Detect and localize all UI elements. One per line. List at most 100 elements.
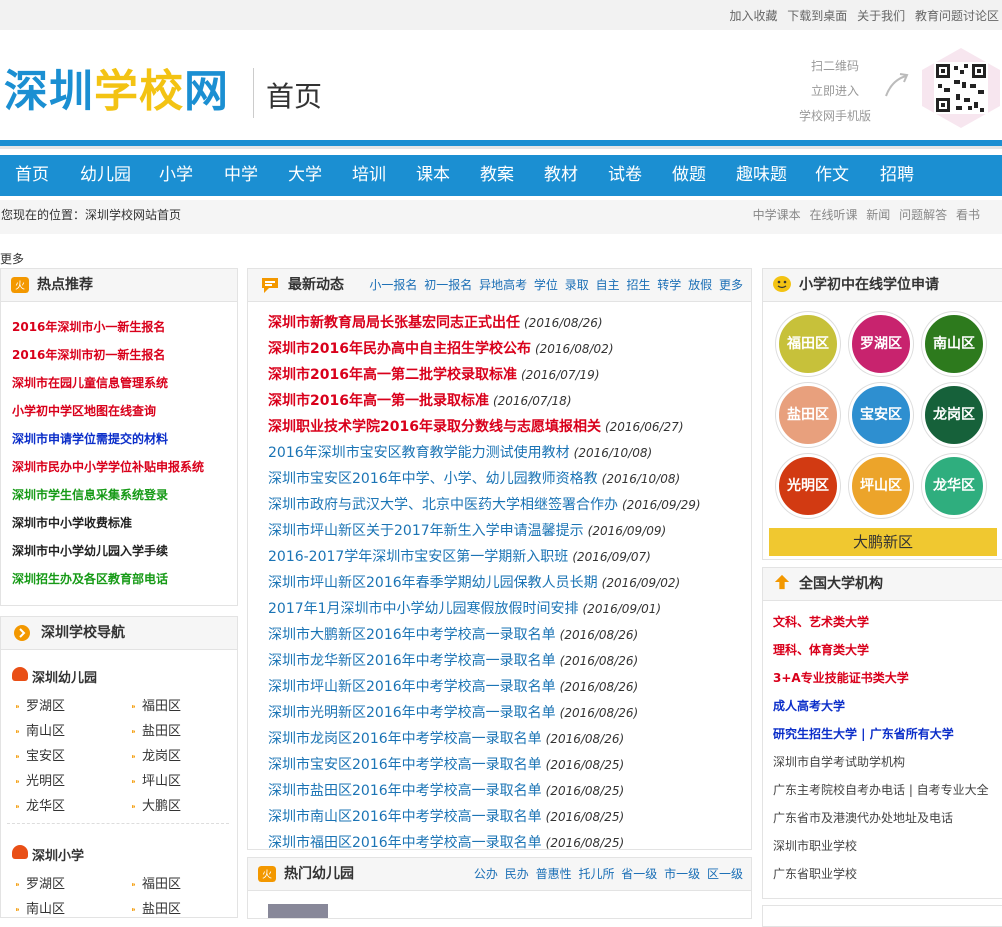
download-desktop-link[interactable]: 下载到桌面: [787, 9, 847, 23]
uni-item[interactable]: 广东主考院校自考办电话 | 自考专业大全: [773, 776, 989, 804]
news-item[interactable]: 深圳市盐田区2016年中考学校高一录取名单 (2016/08/25): [268, 777, 701, 803]
kg-link[interactable]: 省一级: [621, 867, 657, 881]
news-item-title[interactable]: 深圳市宝安区2016年中学、小学、幼儿园教师资格教: [268, 471, 598, 487]
news-link[interactable]: 放假: [688, 278, 712, 292]
district-button[interactable]: 南山区: [922, 312, 986, 376]
news-item-title[interactable]: 深圳市新教育局局长张基宏同志正式出任: [268, 315, 520, 331]
news-item-title[interactable]: 深圳市坪山新区2016年春季学期幼儿园保教人员长期: [268, 575, 598, 591]
news-item[interactable]: 深圳市宝安区2016年中学、小学、幼儿园教师资格教 (2016/10/08): [268, 465, 701, 491]
nav-university[interactable]: 大学: [288, 155, 322, 196]
news-item-title[interactable]: 深圳市大鹏新区2016年中考学校高一录取名单: [268, 627, 556, 643]
nav-fun-questions[interactable]: 趣味题: [736, 155, 787, 196]
area-link[interactable]: ⁍ 福田区: [131, 695, 181, 714]
uni-item[interactable]: 深圳市职业学校: [773, 832, 989, 860]
news-item[interactable]: 深圳市龙岗区2016年中考学校高一录取名单 (2016/08/26): [268, 725, 701, 751]
about-us-link[interactable]: 关于我们: [857, 9, 905, 23]
kg-link[interactable]: 区一级: [707, 867, 743, 881]
news-item[interactable]: 2016年深圳市宝安区教育教学能力测试使用教材 (2016/10/08): [268, 439, 701, 465]
hot-item[interactable]: 深圳市学生信息采集系统登录: [12, 481, 204, 509]
area-link[interactable]: ⁍ 光明区: [15, 770, 65, 789]
area-link[interactable]: ⁍ 福田区: [131, 873, 181, 892]
district-button[interactable]: 盐田区: [776, 383, 840, 447]
nav-middle[interactable]: 中学: [224, 155, 258, 196]
crumb-link-4[interactable]: 问题解答: [899, 208, 947, 222]
area-link[interactable]: ⁍ 盐田区: [131, 898, 181, 917]
kg-link[interactable]: 民办: [505, 867, 529, 881]
uni-item[interactable]: 深圳市自学考试助学机构: [773, 748, 989, 776]
uni-item[interactable]: 3+A专业技能证书类大学: [773, 664, 989, 692]
news-item[interactable]: 深圳市2016年高一第一批录取标准 (2016/07/18): [268, 387, 701, 413]
area-link[interactable]: ⁍ 罗湖区: [15, 873, 65, 892]
discussion-link[interactable]: 教育问题讨论区: [915, 9, 999, 23]
district-button[interactable]: 坪山区: [849, 454, 913, 518]
nav-primary[interactable]: 小学: [159, 155, 193, 196]
uni-item[interactable]: 理科、体育类大学: [773, 636, 989, 664]
news-item-title[interactable]: 深圳市光明新区2016年中考学校高一录取名单: [268, 705, 556, 721]
news-item-title[interactable]: 深圳市宝安区2016年中考学校高一录取名单: [268, 757, 542, 773]
news-item[interactable]: 深圳市2016年民办高中自主招生学校公布 (2016/08/02): [268, 335, 701, 361]
news-item-title[interactable]: 深圳市2016年高一第一批录取标准: [268, 393, 489, 409]
news-item[interactable]: 2017年1月深圳市中小学幼儿园寒假放假时间安排 (2016/09/01): [268, 595, 701, 621]
hot-item[interactable]: 深圳招生办及各区教育部电话: [12, 565, 204, 593]
news-link[interactable]: 异地高考: [479, 278, 527, 292]
kindergarten-thumbnail[interactable]: [268, 904, 328, 918]
news-item[interactable]: 深圳市福田区2016年中考学校高一录取名单 (2016/08/25): [268, 829, 701, 855]
area-link[interactable]: ⁍ 盐田区: [131, 720, 181, 739]
news-item-title[interactable]: 深圳市龙华新区2016年中考学校高一录取名单: [268, 653, 556, 669]
kg-link[interactable]: 市一级: [664, 867, 700, 881]
news-item[interactable]: 深圳市2016年高一第二批学校录取标准 (2016/07/19): [268, 361, 701, 387]
news-item-title[interactable]: 深圳市坪山新区2016年中考学校高一录取名单: [268, 679, 556, 695]
hot-item[interactable]: 2016年深圳市小一新生报名: [12, 313, 204, 341]
hot-item[interactable]: 深圳市申请学位需提交的材料: [12, 425, 204, 453]
district-button[interactable]: 光明区: [776, 454, 840, 518]
news-item-title[interactable]: 2017年1月深圳市中小学幼儿园寒假放假时间安排: [268, 601, 579, 617]
district-button[interactable]: 罗湖区: [849, 312, 913, 376]
crumb-link-5[interactable]: 看书: [956, 208, 980, 222]
nav-exam[interactable]: 试卷: [608, 155, 642, 196]
news-item[interactable]: 深圳职业技术学院2016年录取分数线与志愿填报相关 (2016/06/27): [268, 413, 701, 439]
kg-link[interactable]: 公办: [474, 867, 498, 881]
qr-code-icon[interactable]: [922, 48, 1000, 128]
area-link[interactable]: ⁍ 大鹏区: [131, 795, 181, 814]
news-link[interactable]: 学位: [534, 278, 558, 292]
nav-training[interactable]: 培训: [352, 155, 386, 196]
district-button[interactable]: 龙华区: [922, 454, 986, 518]
news-item[interactable]: 深圳市政府与武汉大学、北京中医药大学相继签署合作办 (2016/09/29): [268, 491, 701, 517]
area-link[interactable]: ⁍ 龙岗区: [131, 745, 181, 764]
nav-home[interactable]: 首页: [15, 155, 49, 196]
add-favorite-link[interactable]: 加入收藏: [729, 9, 777, 23]
news-item-title[interactable]: 深圳职业技术学院2016年录取分数线与志愿填报相关: [268, 419, 601, 435]
uni-item[interactable]: 成人高考大学: [773, 692, 989, 720]
area-link[interactable]: ⁍ 坪山区: [131, 770, 181, 789]
district-button[interactable]: 福田区: [776, 312, 840, 376]
news-item[interactable]: 深圳市宝安区2016年中考学校高一录取名单 (2016/08/25): [268, 751, 701, 777]
crumb-link-2[interactable]: 在线听课: [809, 208, 857, 222]
uni-item[interactable]: 广东省市及港澳代办处地址及电话: [773, 804, 989, 832]
hot-item[interactable]: 小学初中学区地图在线查询: [12, 397, 204, 425]
more-link[interactable]: 更多: [0, 250, 24, 267]
nav-textbook[interactable]: 课本: [416, 155, 450, 196]
news-link[interactable]: 初一报名: [424, 278, 472, 292]
news-item[interactable]: 深圳市坪山新区2016年中考学校高一录取名单 (2016/08/26): [268, 673, 701, 699]
nav-lesson-plan[interactable]: 教案: [480, 155, 514, 196]
news-item[interactable]: 深圳市新教育局局长张基宏同志正式出任 (2016/08/26): [268, 309, 701, 335]
nav-jobs[interactable]: 招聘: [880, 155, 914, 196]
news-item-title[interactable]: 深圳市2016年民办高中自主招生学校公布: [268, 341, 531, 357]
news-item[interactable]: 深圳市坪山新区关于2017年新生入学申请温馨提示 (2016/09/09): [268, 517, 701, 543]
news-item[interactable]: 2016-2017学年深圳市宝安区第一学期新入职班 (2016/09/07): [268, 543, 701, 569]
district-button[interactable]: 宝安区: [849, 383, 913, 447]
news-link[interactable]: 小一报名: [369, 278, 417, 292]
district-button[interactable]: 龙岗区: [922, 383, 986, 447]
news-item-title[interactable]: 深圳市政府与武汉大学、北京中医药大学相继签署合作办: [268, 497, 618, 513]
area-link[interactable]: ⁍ 罗湖区: [15, 695, 65, 714]
news-item-title[interactable]: 深圳市坪山新区关于2017年新生入学申请温馨提示: [268, 523, 584, 539]
site-logo[interactable]: 深圳学校网: [4, 66, 229, 118]
area-link[interactable]: ⁍ 龙华区: [15, 795, 65, 814]
news-item-title[interactable]: 2016-2017学年深圳市宝安区第一学期新入职班: [268, 549, 568, 565]
uni-item[interactable]: 文科、艺术类大学: [773, 608, 989, 636]
news-item-title[interactable]: 深圳市2016年高一第二批学校录取标准: [268, 367, 517, 383]
area-link[interactable]: ⁍ 宝安区: [15, 745, 65, 764]
hot-item[interactable]: 深圳市民办中小学学位补贴申报系统: [12, 453, 204, 481]
news-item-title[interactable]: 2016年深圳市宝安区教育教学能力测试使用教材: [268, 445, 570, 461]
news-item[interactable]: 深圳市光明新区2016年中考学校高一录取名单 (2016/08/26): [268, 699, 701, 725]
